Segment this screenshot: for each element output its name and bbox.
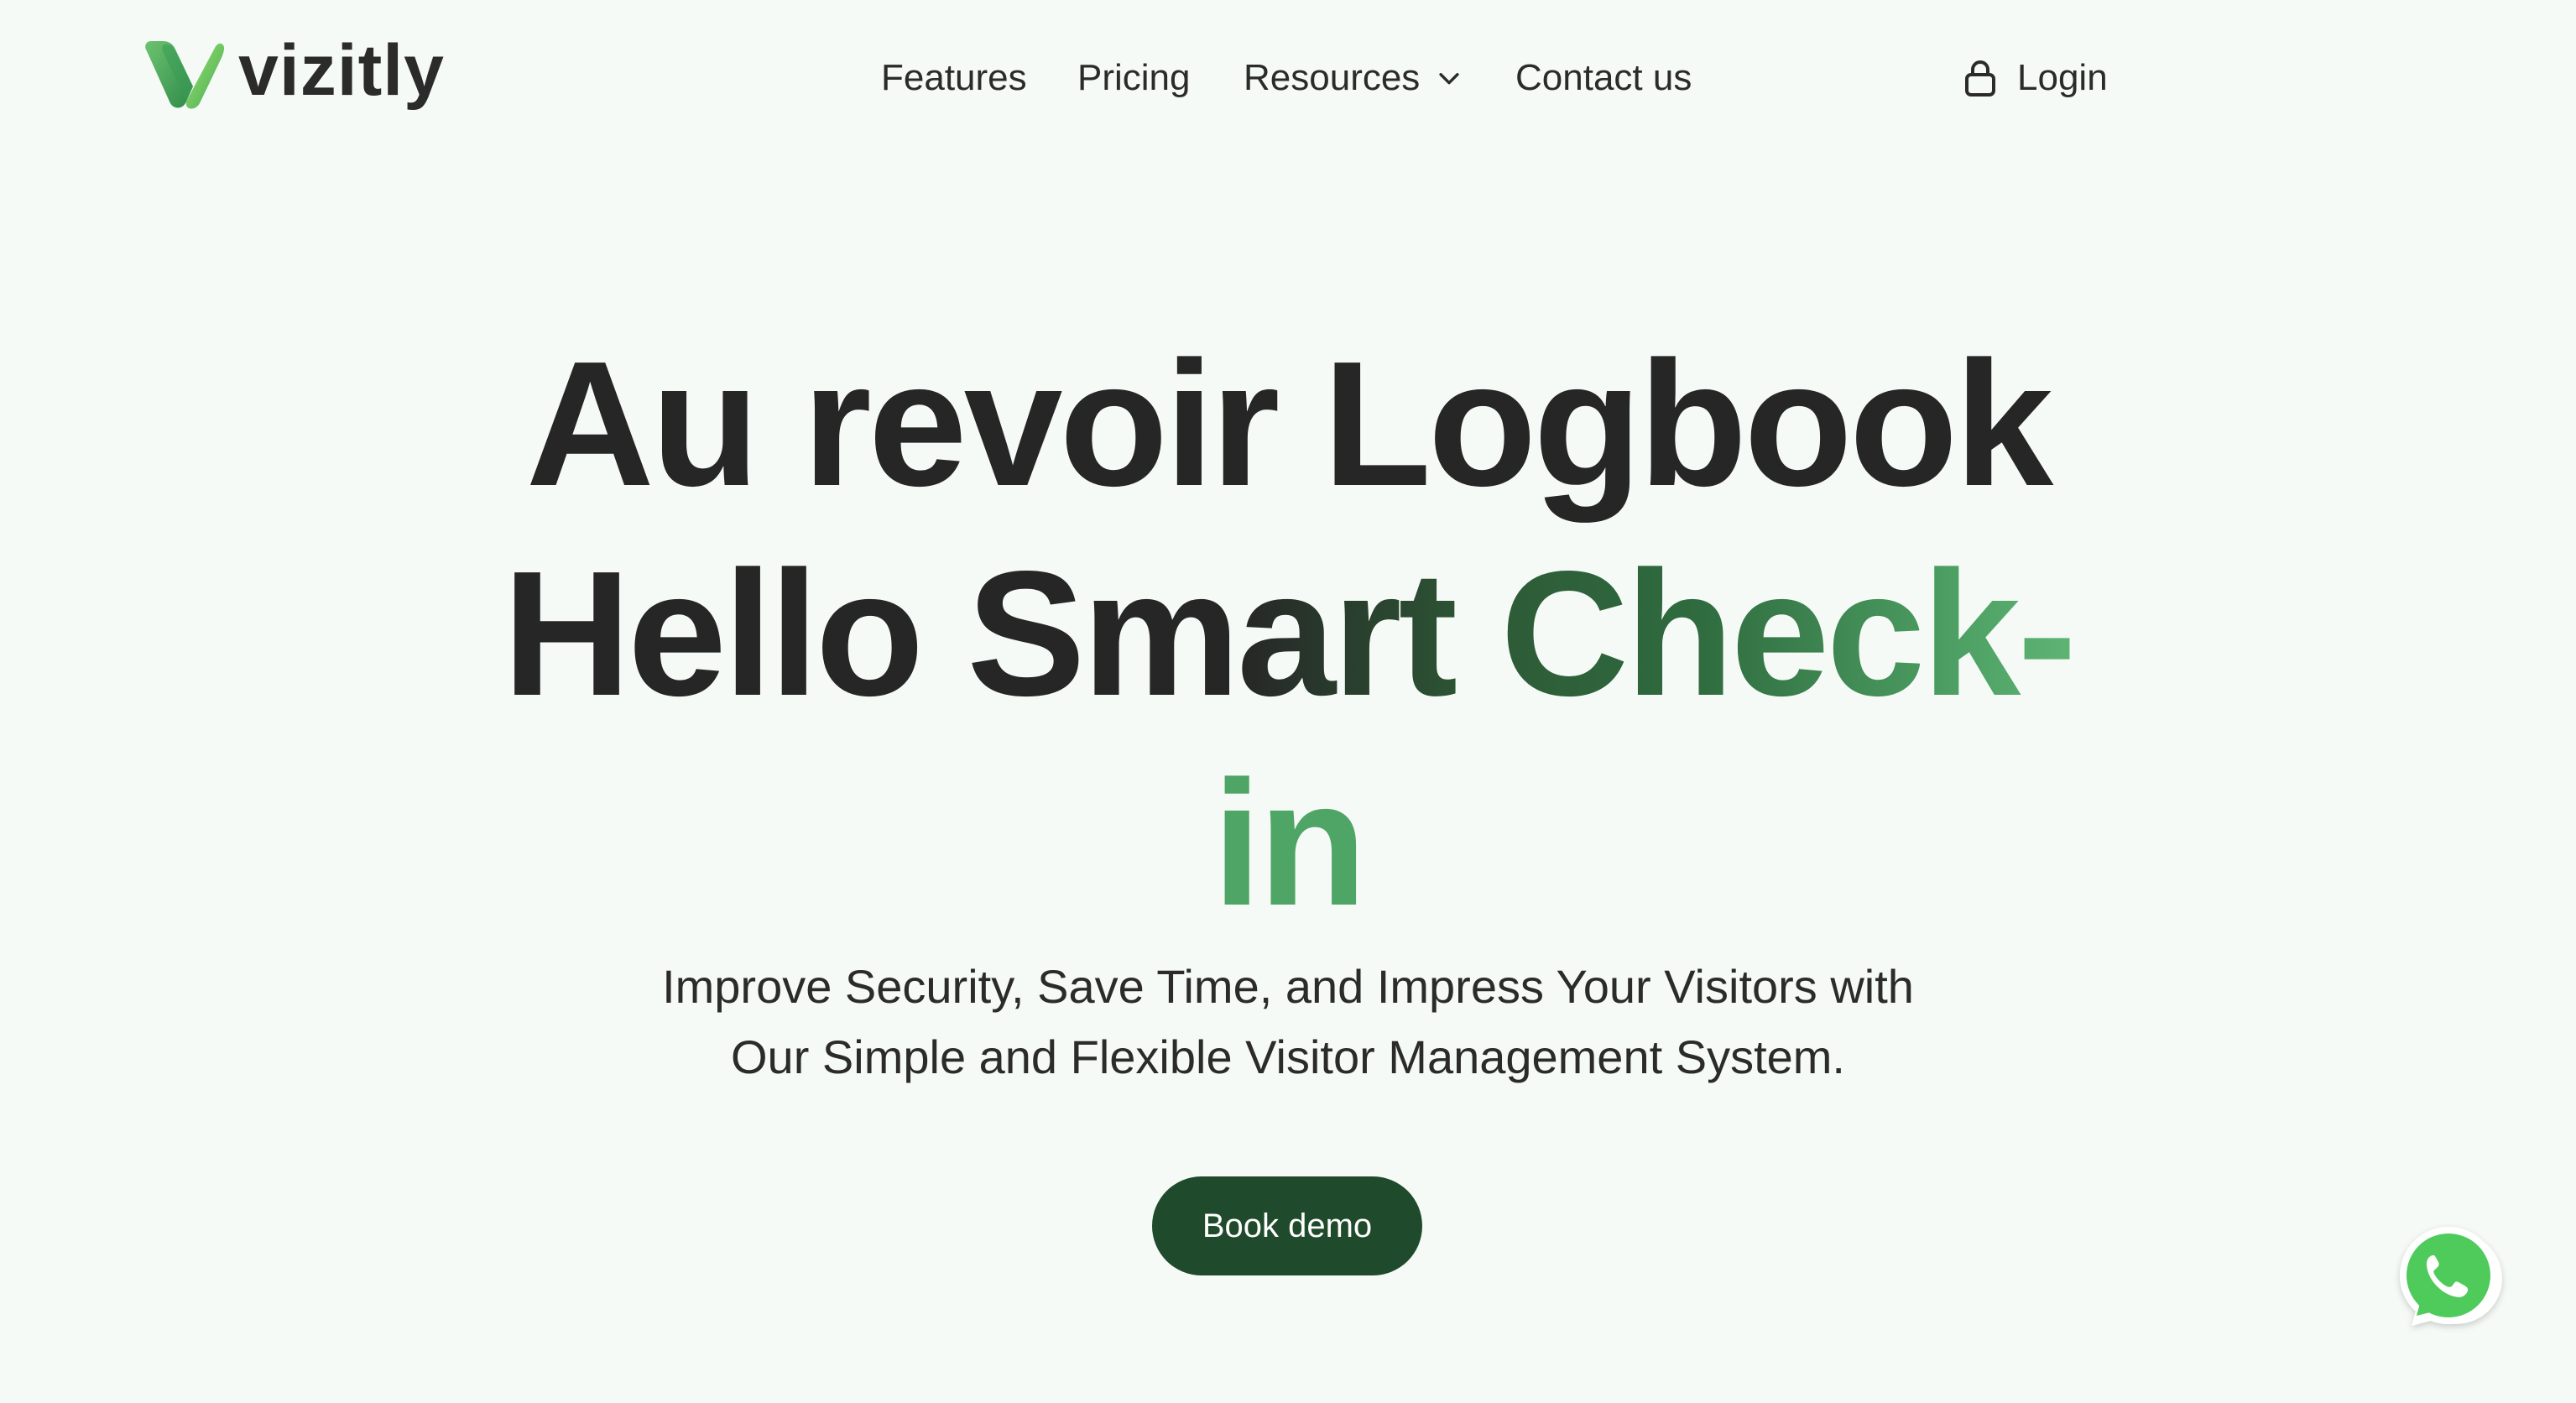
hero-subtitle-line1: Improve Security, Save Time, and Impress… [662,960,1914,1013]
hero-subtitle-line2: Our Simple and Flexible Visitor Manageme… [731,1030,1845,1083]
whatsapp-icon [2400,1227,2502,1326]
nav-item-pricing[interactable]: Pricing [1077,49,1191,107]
book-demo-button[interactable]: Book demo [1152,1176,1422,1275]
login-link[interactable]: Login [1963,49,2108,107]
hero-headline-line2-plain: Hello Sm [503,534,1240,733]
lock-icon [1965,60,1995,96]
nav-item-features[interactable]: Features [881,49,1027,107]
site-header: vizitly Features Pricing Resources Conta… [0,0,2576,151]
hero-headline-line1: Au revoir Logbook [525,324,2054,523]
hero-headline-line2-accent: art Check- [1237,534,2077,733]
main-nav: Features Pricing Resources Contact us [0,49,2576,107]
nav-item-resources-label: Resources [1244,57,1421,98]
hero-headline: Au revoir Logbook Hello Smart Check- in [0,319,2576,948]
login-label: Login [2017,57,2108,98]
whatsapp-chat-button[interactable] [2388,1217,2514,1343]
nav-item-resources[interactable]: Resources [1244,49,1463,107]
hero-headline-line3: in [1212,743,1367,942]
chevron-down-icon [1439,73,1459,85]
hero-subtitle: Improve Security, Save Time, and Impress… [0,952,2576,1093]
nav-item-contact[interactable]: Contact us [1515,49,1692,107]
hero-headline-line2: Hello Smart Check- [0,529,2576,738]
